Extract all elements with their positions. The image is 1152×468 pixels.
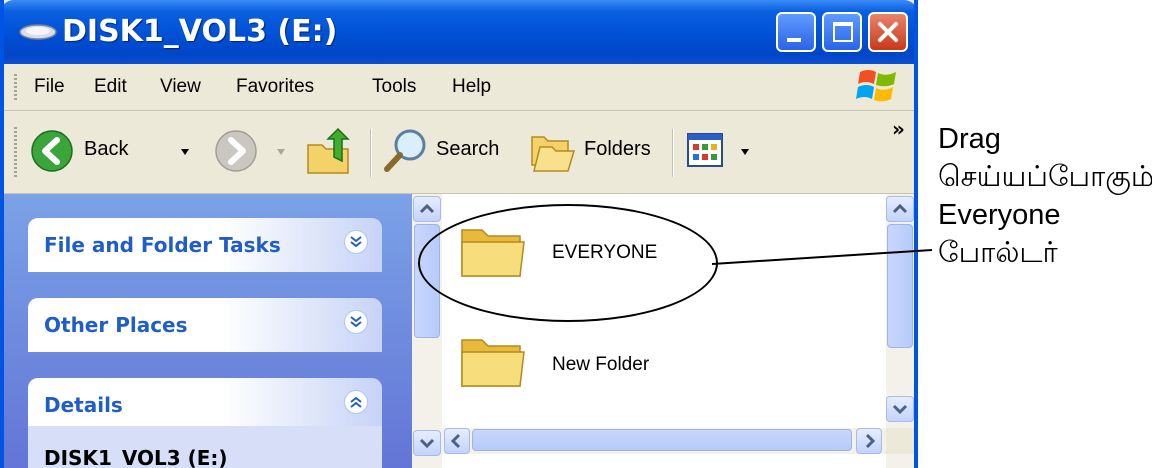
back-dropdown-icon[interactable] xyxy=(180,147,190,157)
back-arrow-icon xyxy=(31,130,73,172)
search-icon xyxy=(384,129,426,172)
collapse-chevron-icon[interactable] xyxy=(344,390,368,414)
panel-title: Details xyxy=(44,393,123,417)
folders-label: Folders xyxy=(584,138,651,160)
toolbar-separator xyxy=(672,129,674,177)
scroll-up-button[interactable] xyxy=(886,196,914,222)
panel-title: Other Places xyxy=(44,313,188,337)
details-drive-name: DISK1_VOL3 (E:) xyxy=(44,446,228,468)
scroll-thumb[interactable] xyxy=(472,429,852,451)
highlight-ellipse xyxy=(418,204,718,322)
scroll-right-button[interactable] xyxy=(856,428,882,454)
up-folder-icon[interactable] xyxy=(304,127,356,177)
menu-grip[interactable] xyxy=(14,74,17,102)
close-icon xyxy=(878,22,898,42)
minimize-icon xyxy=(787,38,801,42)
menu-favorites[interactable]: Favorites xyxy=(236,76,314,98)
search-label: Search xyxy=(436,138,500,160)
panel-title: File and Folder Tasks xyxy=(44,233,281,257)
chevron-right-icon xyxy=(865,433,876,449)
annotation-text: Drag செய்யப்போகும் Everyone போல்டர் xyxy=(938,120,1152,272)
menu-bar: File Edit View Favorites Tools Help xyxy=(4,64,914,111)
views-icon xyxy=(687,133,723,167)
annotation-line: செய்யப்போகும் xyxy=(938,161,1152,193)
menu-edit[interactable]: Edit xyxy=(94,76,127,98)
chevron-left-icon xyxy=(450,433,461,449)
details-body: DISK1_VOL3 (E:) xyxy=(28,426,382,468)
folder-item[interactable]: New Folder xyxy=(458,330,698,400)
folder-icon xyxy=(461,339,525,387)
maximize-button[interactable] xyxy=(822,12,862,52)
task-pane[interactable]: File and Folder Tasks Other Places Detai… xyxy=(4,194,412,468)
annotation-line: Drag xyxy=(938,123,1001,155)
views-dropdown-icon xyxy=(741,149,749,155)
panel-other-places[interactable]: Other Places xyxy=(28,298,382,352)
scroll-up-button[interactable] xyxy=(413,196,441,222)
forward-button[interactable] xyxy=(210,125,290,177)
folders-icon xyxy=(531,136,576,172)
chevron-up-icon xyxy=(419,203,435,214)
folders-button[interactable]: Folders xyxy=(526,125,664,177)
menu-tools[interactable]: Tools xyxy=(372,76,416,98)
menu-view[interactable]: View xyxy=(160,76,201,98)
expand-chevron-icon[interactable] xyxy=(344,310,368,334)
annotation-line: Everyone xyxy=(938,199,1061,231)
chevron-up-icon xyxy=(892,203,908,214)
views-button[interactable] xyxy=(684,125,760,177)
back-label: Back xyxy=(84,138,129,160)
drive-icon xyxy=(19,24,57,40)
chevron-down-icon xyxy=(419,438,435,449)
expand-chevron-icon[interactable] xyxy=(344,230,368,254)
minimize-button[interactable] xyxy=(776,12,816,52)
file-list-horizontal-scrollbar[interactable] xyxy=(442,428,886,454)
scroll-down-button[interactable] xyxy=(886,396,914,422)
close-button[interactable] xyxy=(868,12,908,52)
folder-name: New Folder xyxy=(552,354,650,375)
panel-file-folder-tasks[interactable]: File and Folder Tasks xyxy=(28,218,382,272)
annotation-line: போல்டர் xyxy=(938,237,1058,269)
forward-dropdown-icon[interactable] xyxy=(276,147,286,157)
menu-help[interactable]: Help xyxy=(452,76,491,98)
scroll-down-button[interactable] xyxy=(413,430,441,456)
standard-toolbar: Back Search Folders » xyxy=(4,111,914,194)
windows-logo-icon xyxy=(856,70,896,102)
resize-grip[interactable] xyxy=(886,428,914,454)
annotation-pointer-line xyxy=(712,249,932,265)
scroll-thumb[interactable] xyxy=(887,224,913,348)
maximize-icon xyxy=(833,22,853,42)
forward-arrow-icon xyxy=(215,130,257,172)
chevron-down-icon xyxy=(892,404,908,415)
window-title: DISK1_VOL3 (E:) xyxy=(62,14,338,49)
panel-details[interactable]: Details xyxy=(28,378,382,432)
search-button[interactable]: Search xyxy=(382,125,512,177)
file-list-vertical-scrollbar[interactable] xyxy=(886,194,914,468)
menu-file[interactable]: File xyxy=(34,76,65,98)
toolbar-overflow-chevron[interactable]: » xyxy=(892,117,905,141)
toolbar-grip[interactable] xyxy=(14,127,17,177)
back-button[interactable]: Back xyxy=(28,125,198,177)
title-bar[interactable]: DISK1_VOL3 (E:) xyxy=(4,0,914,64)
scroll-left-button[interactable] xyxy=(444,428,470,454)
toolbar-separator xyxy=(370,129,372,177)
